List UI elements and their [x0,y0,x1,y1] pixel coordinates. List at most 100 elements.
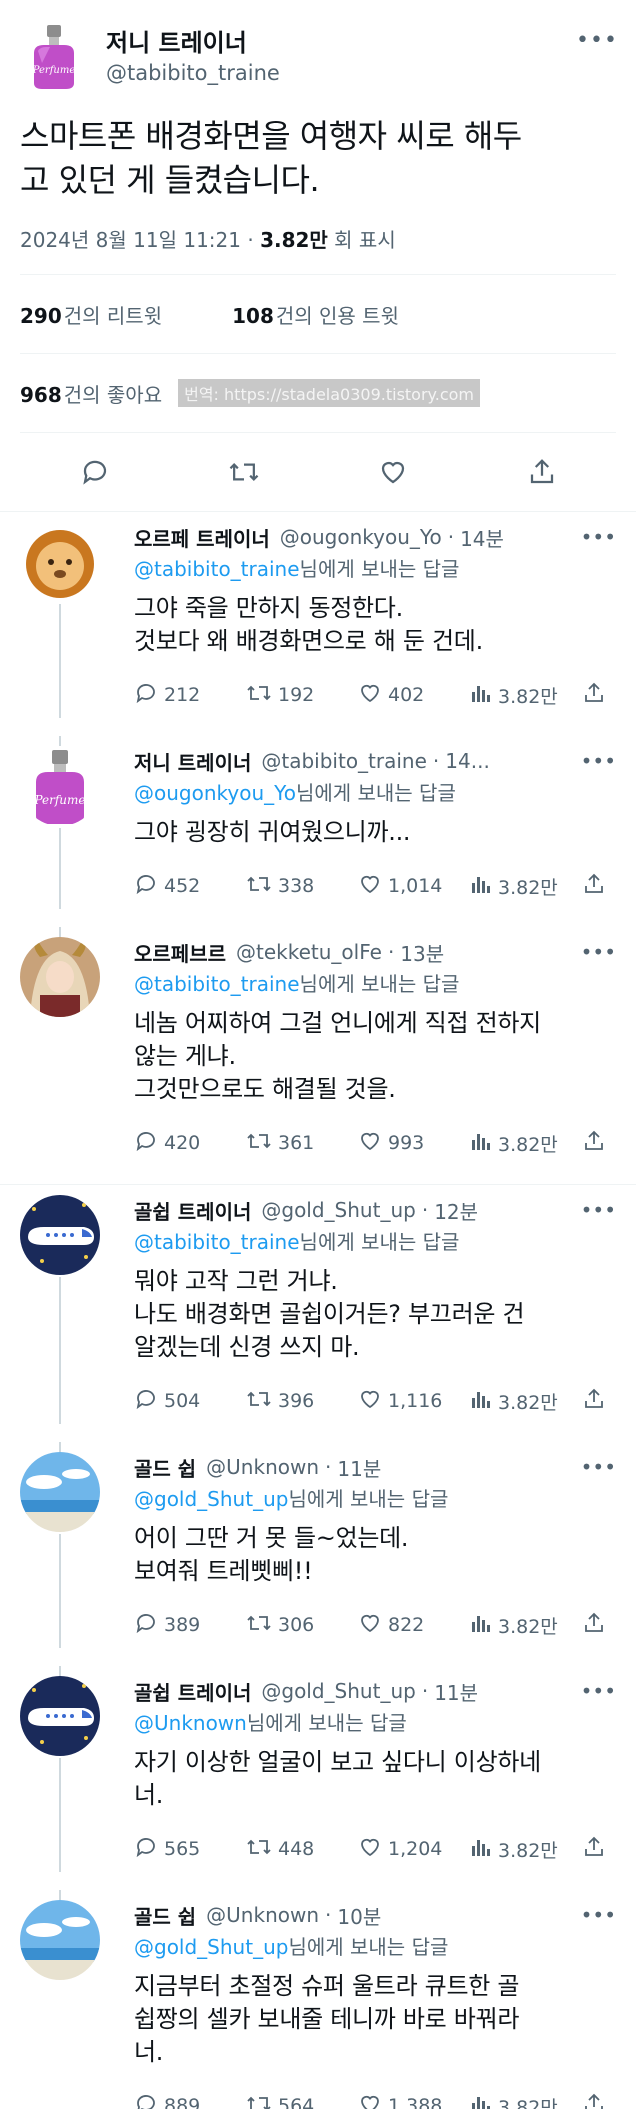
more-icon[interactable]: ••• [581,525,616,549]
reply-time[interactable]: 14분 [460,523,504,552]
reply-author-name[interactable]: 오르페브르 [134,938,226,967]
views-count: 3.82만 [498,2096,558,2109]
reply-author-name[interactable]: 골쉽 트레이너 [134,1196,251,1225]
perfume-avatar[interactable]: Perfume [20,746,100,826]
like-button[interactable]: 993 [358,1129,470,1158]
main-tweet-header: Perfume 저니 트레이너 @tabibito_traine ••• [20,14,617,100]
reply-author-handle[interactable]: @gold_Shut_up [261,1679,415,1703]
share-button[interactable] [582,681,612,710]
like-button[interactable]: 1,014 [358,872,470,901]
reply-button[interactable]: 212 [134,681,246,710]
reply-time[interactable]: 11분 [434,1677,478,1706]
reply-time[interactable]: 14... [445,749,490,773]
share-button[interactable] [582,2092,612,2109]
reply-to-mention[interactable]: @Unknown [134,1711,247,1735]
reply-icon[interactable] [75,452,115,492]
lion-avatar[interactable] [20,522,100,602]
views-button[interactable]: 3.82만 [470,2093,582,2109]
reply-author-name[interactable]: 오르페 트레이너 [134,523,270,552]
airplane-avatar[interactable] [20,1195,100,1275]
reply-author-name[interactable]: 골드 쉽 [134,1453,196,1482]
reply-author-handle[interactable]: @Unknown [206,1903,319,1927]
author-name[interactable]: 저니 트레이너 [106,27,576,59]
reply-button[interactable]: 452 [134,872,246,901]
reply-author-name[interactable]: 저니 트레이너 [134,747,251,776]
author-handle[interactable]: @tabibito_traine [106,59,576,87]
views-button[interactable]: 3.82만 [470,873,582,900]
views-button[interactable]: 3.82만 [470,1836,582,1863]
like-stat[interactable]: 968 건의 좋아요 [20,379,162,408]
more-icon[interactable]: ••• [581,1198,616,1222]
reply-tweet[interactable]: 골드 쉽 @Unknown · 11분 ••• @gold_Shut_up님에게 보내는 … [0,1442,636,1648]
reply-author-name[interactable]: 골드 쉽 [134,1901,196,1930]
reply-author-handle[interactable]: @Unknown [206,1455,319,1479]
reply-button[interactable]: 565 [134,1835,246,1864]
more-icon[interactable]: ••• [581,749,616,773]
share-button[interactable] [582,1387,612,1416]
sky-avatar[interactable] [20,1900,100,1980]
view-count: 3.82만 [260,228,328,252]
reply-tweet[interactable]: 오르페브르 @tekketu_olFe · 13분 ••• @tabibito_train… [0,927,636,1166]
reply-time[interactable]: 13분 [400,938,444,967]
more-icon[interactable]: ••• [581,1679,616,1703]
share-button[interactable] [582,1129,612,1158]
reply-tweet[interactable]: 골드 쉽 @Unknown · 10분 ••• @gold_Shut_up님에게 보내는 … [0,1890,636,2109]
retweet-button[interactable]: 192 [246,681,358,710]
reply-button[interactable]: 504 [134,1387,246,1416]
reply-tweet[interactable]: Perfume 저니 트레이너 @tabibito_traine · 14... ••• @… [0,736,636,909]
share-button[interactable] [582,872,612,901]
reply-to-mention[interactable]: @tabibito_traine [134,1230,300,1254]
like-button[interactable]: 402 [358,681,470,710]
reply-time[interactable]: 12분 [434,1196,478,1225]
like-button[interactable]: 1,388 [358,2092,470,2109]
reply-button[interactable]: 889 [134,2092,246,2109]
reply-time[interactable]: 11분 [337,1453,381,1482]
like-button[interactable]: 822 [358,1611,470,1640]
reply-icon [134,1611,164,1640]
share-icon[interactable] [522,452,562,492]
share-button[interactable] [582,1611,612,1640]
retweet-icon[interactable] [224,452,264,492]
reply-tweet[interactable]: 골쉽 트레이너 @gold_Shut_up · 11분 ••• @Unknown님에게 보… [0,1666,636,1872]
sky-avatar[interactable] [20,1452,100,1532]
share-button[interactable] [582,1835,612,1864]
reply-button[interactable]: 420 [134,1129,246,1158]
more-icon[interactable]: ••• [581,1903,616,1927]
reply-author-handle[interactable]: @ougonkyou_Yo [280,525,442,549]
quote-stat[interactable]: 108 건의 인용 트윗 [232,300,399,329]
retweet-button[interactable]: 361 [246,1129,358,1158]
reply-author-name[interactable]: 골쉽 트레이너 [134,1677,251,1706]
tweet-datetime[interactable]: 2024년 8월 11일 11:21 [20,228,241,252]
airplane-avatar[interactable] [20,1676,100,1756]
reply-to-mention[interactable]: @tabibito_traine [134,972,300,996]
anime-girl-avatar[interactable] [20,937,100,1017]
reply-to-mention[interactable]: @gold_Shut_up [134,1487,288,1511]
views-button[interactable]: 3.82만 [470,1130,582,1157]
retweet-button[interactable]: 396 [246,1387,358,1416]
views-button[interactable]: 3.82만 [470,1612,582,1639]
reply-to-mention[interactable]: @gold_Shut_up [134,1935,288,1959]
reply-author-handle[interactable]: @tabibito_traine [261,749,427,773]
like-button[interactable]: 1,116 [358,1387,470,1416]
more-icon[interactable]: ••• [576,28,617,53]
reply-tweet[interactable]: 오르페 트레이너 @ougonkyou_Yo · 14분 ••• @tabibito_tr… [0,512,636,718]
retweet-button[interactable]: 338 [246,872,358,901]
reply-tweet[interactable]: 골쉽 트레이너 @gold_Shut_up · 12분 ••• @tabibito_tra… [0,1185,636,1424]
like-button[interactable]: 1,204 [358,1835,470,1864]
reply-button[interactable]: 389 [134,1611,246,1640]
views-button[interactable]: 3.82만 [470,1388,582,1415]
more-icon[interactable]: ••• [581,1455,616,1479]
like-icon[interactable] [373,452,413,492]
reply-author-handle[interactable]: @gold_Shut_up [261,1198,415,1222]
retweet-stat[interactable]: 290 건의 리트윗 [20,300,162,329]
retweet-button[interactable]: 448 [246,1835,358,1864]
reply-to-mention[interactable]: @tabibito_traine [134,557,300,581]
views-button[interactable]: 3.82만 [470,682,582,709]
reply-to-mention[interactable]: @ougonkyou_Yo [134,781,296,805]
retweet-button[interactable]: 564 [246,2092,358,2109]
retweet-button[interactable]: 306 [246,1611,358,1640]
avatar[interactable]: Perfume [20,23,88,91]
reply-author-handle[interactable]: @tekketu_olFe [236,940,382,964]
more-icon[interactable]: ••• [581,940,616,964]
reply-time[interactable]: 10분 [337,1901,381,1930]
